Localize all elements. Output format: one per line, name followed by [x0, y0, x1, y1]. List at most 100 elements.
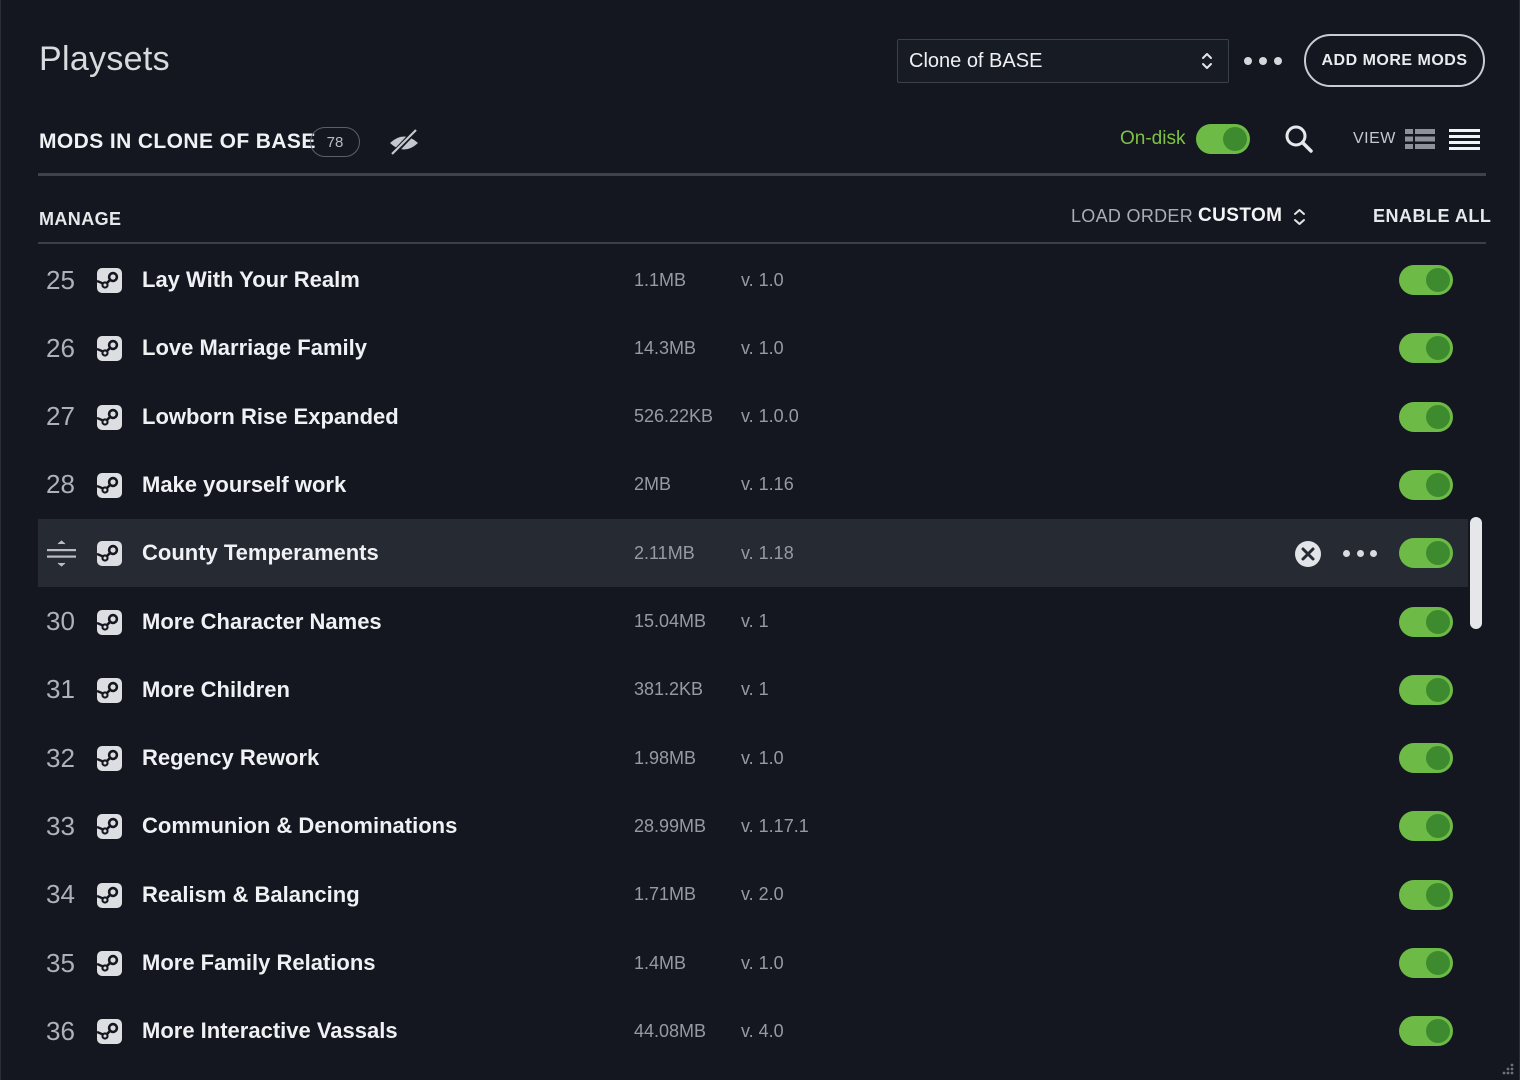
mod-name: Make yourself work [142, 471, 347, 497]
load-order-number: 35 [46, 947, 75, 978]
steam-icon [96, 336, 122, 362]
on-disk-label: On-disk [1120, 128, 1186, 149]
mod-more-options-icon[interactable] [1343, 548, 1377, 558]
chevron-updown-icon[interactable] [1293, 207, 1306, 227]
mod-size: 1.4MB [634, 952, 687, 973]
detailed-view-icon[interactable] [1404, 126, 1436, 152]
manage-button[interactable]: MANAGE [39, 209, 121, 230]
mod-size: 44.08MB [634, 1020, 707, 1041]
mod-size: 381.2KB [634, 679, 704, 700]
load-order-number: 25 [46, 264, 75, 295]
playset-more-options-icon[interactable] [1244, 48, 1282, 74]
mod-enable-toggle[interactable] [1399, 948, 1453, 978]
mod-row[interactable]: 28 Make yourself work 2MB v. 1.16 [38, 451, 1468, 519]
mod-row[interactable]: County Temperaments 2.11MB v. 1.18 [38, 519, 1468, 588]
mod-enable-toggle[interactable] [1399, 469, 1453, 500]
on-disk-toggle[interactable] [1196, 124, 1250, 154]
mod-enable-toggle[interactable] [1399, 265, 1453, 295]
drag-handle-icon[interactable] [46, 540, 77, 567]
mod-name: Lowborn Rise Expanded [142, 403, 399, 429]
steam-icon [96, 677, 122, 703]
mod-name: Lay With Your Realm [142, 267, 360, 292]
compact-list-view-icon[interactable] [1448, 127, 1481, 151]
mod-row[interactable]: 31 More Children 381.2KB v. 1 [38, 656, 1468, 724]
mod-enable-toggle[interactable] [1399, 811, 1453, 842]
manage-divider [38, 242, 1486, 244]
mod-enable-toggle[interactable] [1399, 538, 1453, 569]
steam-icon [96, 472, 122, 498]
steam-icon [96, 882, 122, 908]
mod-enable-toggle[interactable] [1399, 606, 1453, 637]
mod-enable-toggle[interactable] [1399, 674, 1453, 705]
mod-version: v. 1.0 [741, 269, 784, 290]
load-order-number: 28 [46, 469, 75, 500]
search-icon[interactable] [1283, 123, 1315, 155]
mod-version: v. 2.0 [741, 884, 784, 905]
mod-enable-toggle[interactable] [1399, 333, 1453, 364]
view-label: VIEW [1353, 130, 1396, 147]
playset-select[interactable]: Clone of BASE [897, 39, 1229, 83]
mod-version: v. 1.0 [741, 952, 784, 973]
mod-row[interactable]: 25 Lay With Your Realm 1.1MB v. 1.0 [38, 246, 1468, 314]
mod-name: Realism & Balancing [142, 881, 360, 907]
steam-icon [96, 1019, 122, 1045]
mod-size: 526.22KB [634, 406, 714, 427]
mod-version: v. 1 [741, 679, 769, 700]
mod-version: v. 1.16 [741, 474, 794, 495]
load-order-number: 32 [46, 742, 75, 773]
mod-name: More Family Relations [142, 950, 376, 975]
mod-name: More Children [142, 676, 290, 702]
mod-name: More Character Names [142, 608, 382, 634]
mod-version: v. 1.0 [741, 747, 784, 768]
steam-icon [96, 268, 122, 293]
mod-row[interactable]: 32 Regency Rework 1.98MB v. 1.0 [38, 724, 1468, 792]
mod-enable-toggle[interactable] [1399, 743, 1453, 774]
mod-version: v. 1 [741, 611, 769, 631]
mod-enable-toggle[interactable] [1399, 401, 1453, 432]
header-divider [38, 173, 1486, 176]
enable-all-button[interactable]: ENABLE ALL [1373, 206, 1491, 227]
load-order-number: 33 [46, 810, 75, 841]
mod-row[interactable]: 35 More Family Relations 1.4MB v. 1.0 [38, 929, 1468, 997]
mod-size: 1.71MB [634, 884, 697, 905]
mod-size: 2MB [634, 474, 672, 495]
add-more-mods-button[interactable]: ADD MORE MODS [1304, 34, 1485, 87]
steam-icon [96, 746, 122, 772]
mod-size: 1.98MB [634, 747, 697, 768]
mod-version: v. 4.0 [741, 1020, 784, 1041]
load-order-number: 26 [46, 332, 75, 363]
playset-select-value: Clone of BASE [909, 49, 1043, 72]
steam-icon [96, 609, 122, 635]
mods-section-title: MODS IN CLONE OF BASE [39, 130, 316, 153]
mod-count-badge: 78 [310, 127, 360, 157]
close-circle-icon[interactable] [1294, 540, 1322, 568]
mod-row[interactable]: 34 Realism & Balancing 1.71MB v. 2.0 [38, 861, 1468, 929]
load-order-number: 36 [46, 1015, 75, 1046]
mod-row[interactable]: 30 More Character Names 15.04MB v. 1 [38, 588, 1468, 656]
mod-row[interactable]: 36 More Interactive Vassals 44.08MB v. 4.0 [38, 997, 1468, 1065]
load-order-number: 27 [46, 401, 75, 432]
mod-name: Regency Rework [142, 745, 320, 771]
mod-size: 15.04MB [634, 611, 707, 631]
mod-row[interactable]: 26 Love Marriage Family 14.3MB v. 1.0 [38, 314, 1468, 382]
scrollbar-thumb[interactable] [1470, 517, 1482, 629]
steam-icon [96, 541, 122, 567]
mod-version: v. 1.0.0 [741, 406, 799, 427]
load-order-sort-select[interactable]: CUSTOM [1198, 205, 1282, 227]
mod-row[interactable]: 33 Communion & Denominations 28.99MB v. 1.1… [38, 792, 1468, 860]
resize-grip-icon[interactable] [1499, 1060, 1515, 1076]
playsets-window: Playsets Clone of BASE ADD MORE MODS MOD… [0, 0, 1520, 1080]
chevron-updown-icon [1202, 53, 1212, 69]
steam-icon [96, 814, 122, 840]
load-order-label: LOAD ORDER [1071, 206, 1194, 226]
steam-icon [96, 951, 122, 976]
load-order-number: 34 [46, 879, 75, 910]
mod-size: 2.11MB [634, 542, 695, 563]
eye-slash-icon[interactable] [387, 127, 421, 157]
mod-row[interactable]: 27 Lowborn Rise Expanded 526.22KB v. 1.0.0 [38, 383, 1468, 451]
mod-name: County Temperaments [142, 540, 379, 566]
mod-enable-toggle[interactable] [1399, 1016, 1453, 1047]
mod-enable-toggle[interactable] [1399, 879, 1453, 910]
mod-name: Communion & Denominations [142, 813, 458, 839]
load-order-number: 31 [46, 674, 75, 705]
